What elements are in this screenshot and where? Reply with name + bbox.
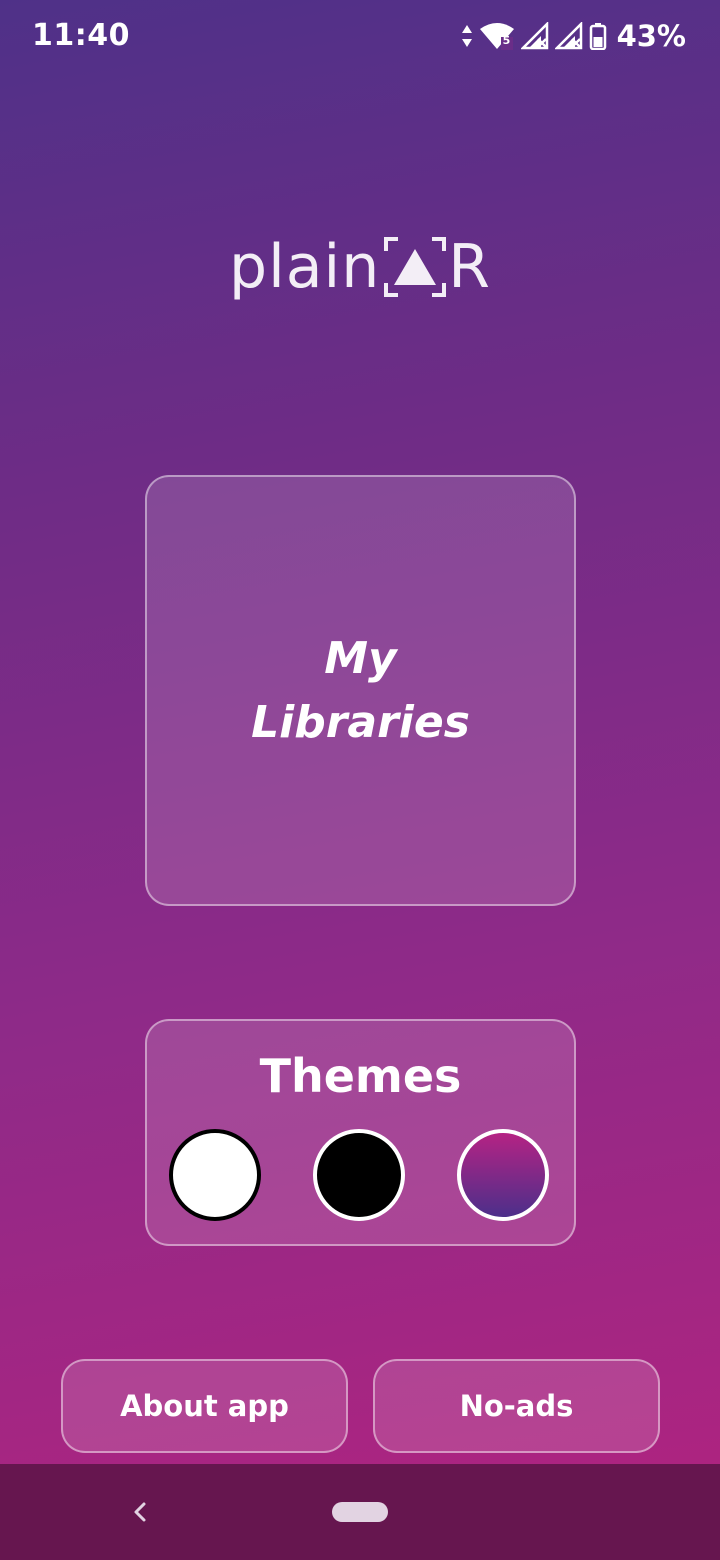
wifi-badge: 5 <box>502 34 511 47</box>
themes-panel: Themes <box>145 1019 576 1246</box>
signal-icon <box>520 22 549 50</box>
app-logo: plain R <box>0 232 720 302</box>
no-ads-button[interactable]: No-ads <box>373 1359 660 1453</box>
data-arrows-icon <box>461 23 473 49</box>
signal-icon <box>554 22 583 50</box>
ar-frame-triangle-icon <box>384 237 447 297</box>
battery-icon <box>589 22 607 50</box>
home-pill-icon[interactable] <box>332 1502 388 1522</box>
themes-title: Themes <box>259 1049 462 1103</box>
back-icon[interactable] <box>126 1496 152 1528</box>
about-app-button[interactable]: About app <box>61 1359 348 1453</box>
logo-text-r: R <box>448 232 491 302</box>
battery-percent: 43% <box>616 19 686 53</box>
status-time: 11:40 <box>32 18 130 53</box>
my-libraries-label: My Libraries <box>251 632 470 748</box>
wifi-icon: 5 <box>479 21 515 51</box>
status-bar: 11:40 5 43% <box>0 0 720 72</box>
navigation-bar <box>0 1464 720 1560</box>
status-icons: 5 43% <box>461 18 686 54</box>
theme-gradient-option[interactable] <box>457 1129 549 1221</box>
theme-black-option[interactable] <box>313 1129 405 1221</box>
theme-white-option[interactable] <box>169 1129 261 1221</box>
my-libraries-button[interactable]: My Libraries <box>145 475 576 906</box>
logo-text-plain: plain <box>229 232 381 302</box>
